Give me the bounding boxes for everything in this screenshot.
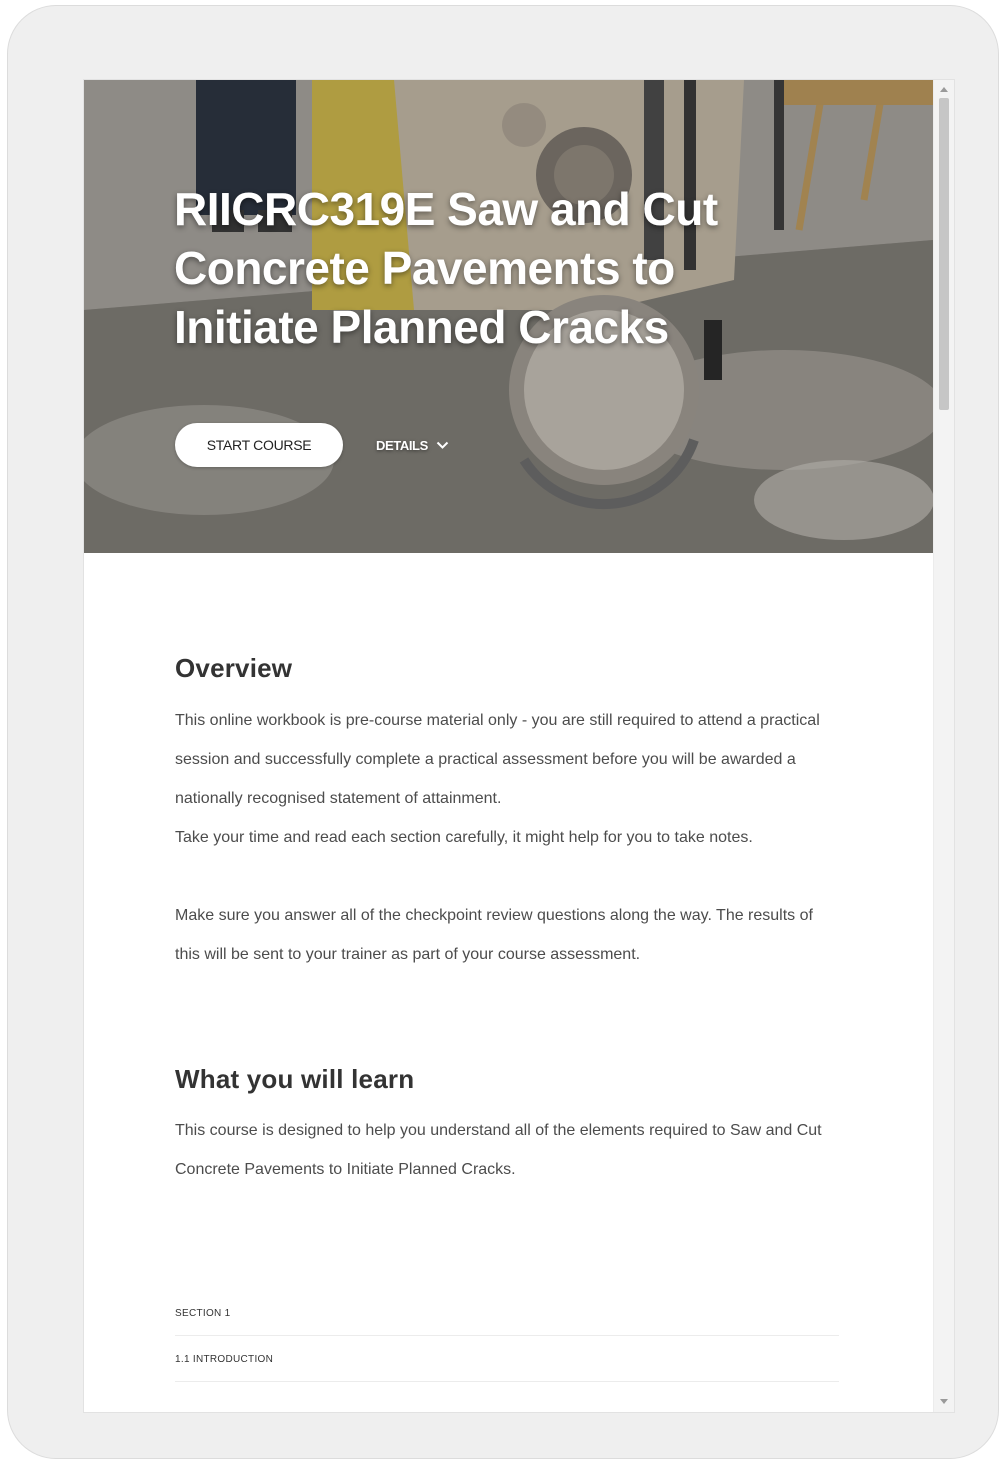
lesson-introduction-link[interactable]: 1.1 INTRODUCTION — [175, 1337, 839, 1382]
vertical-scrollbar[interactable] — [933, 80, 954, 1412]
start-course-button[interactable]: START COURSE — [175, 423, 343, 467]
outline-section-1: SECTION 1 — [175, 1291, 839, 1336]
details-button[interactable]: DETAILS — [376, 432, 449, 458]
overview-paragraph-1: This online workbook is pre-course mater… — [175, 712, 820, 807]
course-page: RIICRC319E Saw and Cut Concrete Pavement… — [84, 80, 954, 1412]
section-label: SECTION 1 — [175, 1307, 231, 1319]
learn-heading: What you will learn — [175, 1064, 415, 1094]
tablet-frame: RIICRC319E Saw and Cut Concrete Pavement… — [8, 6, 998, 1458]
overview-heading: Overview — [175, 653, 293, 683]
scroll-down-icon[interactable] — [940, 1399, 948, 1404]
overview-paragraph-3: Make sure you answer all of the checkpoi… — [175, 907, 813, 963]
course-title: RIICRC319E Saw and Cut Concrete Pavement… — [174, 183, 718, 353]
hero-banner: RIICRC319E Saw and Cut Concrete Pavement… — [84, 80, 933, 553]
course-content: RIICRC319E Saw and Cut Concrete Pavement… — [84, 80, 933, 1412]
scroll-up-icon[interactable] — [940, 87, 948, 92]
details-label: DETAILS — [376, 437, 428, 453]
overview-paragraph-2: Take your time and read each section car… — [175, 829, 753, 846]
learn-paragraph: This course is designed to help you unde… — [175, 1122, 822, 1178]
scroll-thumb[interactable] — [939, 98, 949, 410]
lesson-label: 1.1 INTRODUCTION — [175, 1353, 274, 1365]
chevron-down-icon — [436, 441, 449, 449]
